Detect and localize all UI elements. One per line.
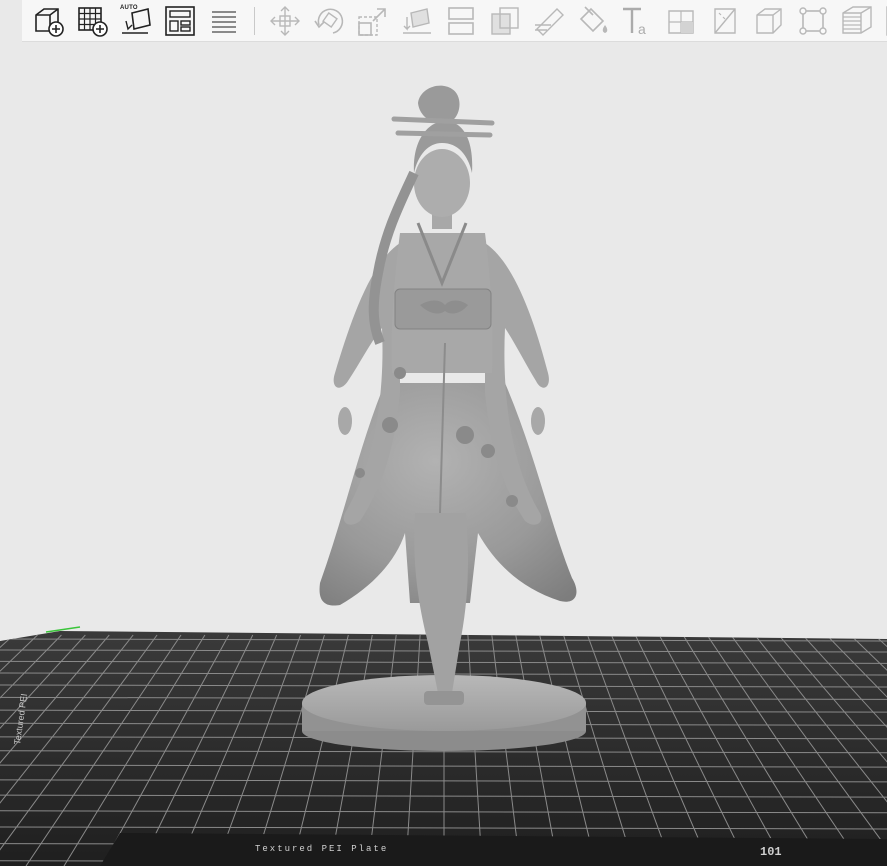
slice-list-button[interactable] [202, 1, 246, 41]
boolean-icon [756, 7, 782, 34]
svg-text:101: 101 [760, 845, 782, 859]
measure-button[interactable] [703, 1, 747, 41]
color-paint-button[interactable] [571, 1, 615, 41]
scale-icon [358, 7, 386, 36]
auto-orient-button[interactable]: AUTO [114, 1, 158, 41]
move-icon [270, 5, 300, 36]
fix-icon [799, 6, 827, 35]
rotate-icon [314, 7, 344, 34]
cube-plus-icon [35, 7, 64, 37]
support-paint-icon [535, 7, 564, 36]
boolean-button[interactable] [747, 1, 791, 41]
rotate-button[interactable] [307, 1, 351, 41]
seam-icon [668, 9, 694, 34]
text-button[interactable]: a [615, 1, 659, 41]
assembly-icon [886, 5, 887, 36]
cut-button[interactable] [483, 1, 527, 41]
layers-icon [842, 5, 872, 34]
svg-text:a: a [638, 21, 646, 37]
toolbar-separator [254, 6, 255, 35]
main-toolbar: AUTO a [22, 0, 887, 42]
auto-label: AUTO [120, 4, 138, 11]
support-paint-button[interactable] [527, 1, 571, 41]
cut-icon [491, 6, 519, 35]
text-icon: a [623, 7, 646, 37]
add-model-button[interactable] [26, 1, 70, 41]
3d-viewport[interactable]: Textured PEI Plate 101 Textured PEI [0, 43, 887, 866]
measure-icon [714, 7, 736, 34]
svg-text:Textured PEI Plate: Textured PEI Plate [255, 844, 388, 854]
add-plate-button[interactable] [70, 1, 114, 41]
lay-on-face-button[interactable] [395, 1, 439, 41]
grid-plus-icon [78, 6, 108, 37]
split-icon [448, 6, 474, 35]
split-button[interactable] [439, 1, 483, 41]
lay-flat-icon [403, 7, 431, 34]
arrange-icon [165, 5, 195, 36]
move-button[interactable] [263, 1, 307, 41]
scale-button[interactable] [351, 1, 395, 41]
fix-model-button[interactable] [791, 1, 835, 41]
arrange-button[interactable] [158, 1, 202, 41]
scene-canvas[interactable]: Textured PEI Plate 101 Textured PEI [0, 43, 887, 866]
seam-button[interactable] [659, 1, 703, 41]
layers-button[interactable] [835, 1, 879, 41]
paint-bucket-icon [579, 5, 608, 33]
assembly-button[interactable] [879, 1, 887, 41]
lines-icon [212, 10, 236, 33]
